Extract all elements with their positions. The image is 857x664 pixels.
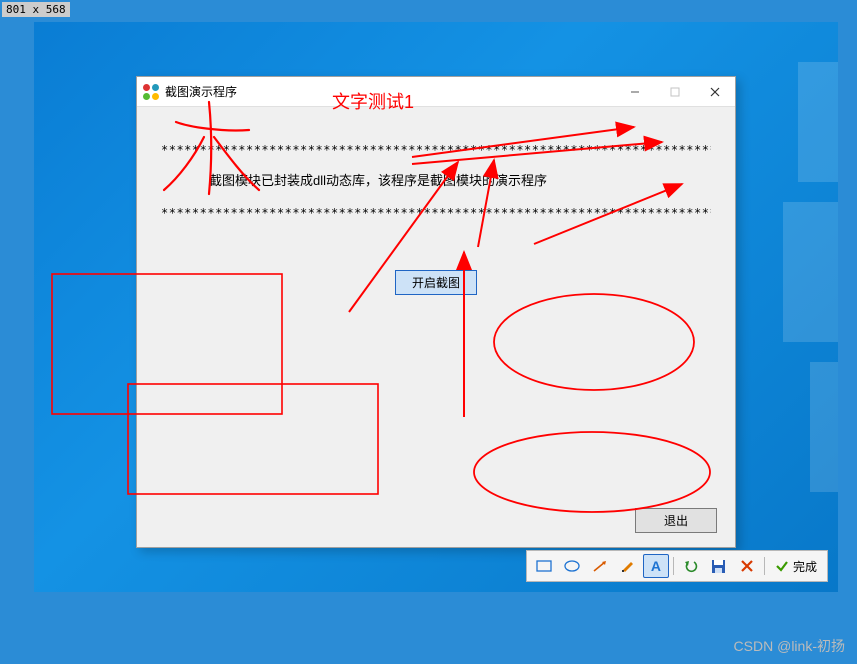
description-text: 截图模块已封装成dll动态库，该程序是截图模块的演示程序 (209, 171, 589, 192)
demo-dialog: 截图演示程序 *********************************… (136, 76, 736, 548)
tool-ellipse[interactable] (559, 554, 585, 578)
dimension-badge: 801 x 568 (2, 2, 70, 17)
desktop-capture-area: 截图演示程序 *********************************… (34, 22, 838, 592)
separator-top: ****************************************… (161, 143, 711, 157)
dialog-title: 截图演示程序 (165, 83, 237, 100)
text-annotation: 文字测试1 (332, 88, 414, 114)
check-icon (775, 559, 789, 573)
exit-button[interactable]: 退出 (635, 508, 717, 533)
tool-rectangle[interactable] (531, 554, 557, 578)
complete-label: 完成 (793, 558, 817, 575)
tool-undo[interactable] (678, 554, 704, 578)
tool-complete[interactable]: 完成 (769, 558, 823, 575)
tool-text[interactable]: A (643, 554, 669, 578)
tool-cancel[interactable] (734, 554, 760, 578)
minimize-button[interactable] (615, 77, 655, 107)
close-button[interactable] (695, 77, 735, 107)
tool-arrow[interactable] (587, 554, 613, 578)
watermark: CSDN @link-初扬 (734, 636, 845, 656)
titlebar: 截图演示程序 (137, 77, 735, 107)
maximize-button[interactable] (655, 77, 695, 107)
app-icon (143, 84, 159, 100)
screenshot-toolbar: A 完成 (526, 550, 828, 582)
separator-bottom: ****************************************… (161, 206, 711, 220)
tool-save[interactable] (706, 554, 732, 578)
start-capture-button[interactable]: 开启截图 (395, 270, 477, 295)
dialog-body: ****************************************… (137, 107, 735, 547)
tool-pen[interactable] (615, 554, 641, 578)
